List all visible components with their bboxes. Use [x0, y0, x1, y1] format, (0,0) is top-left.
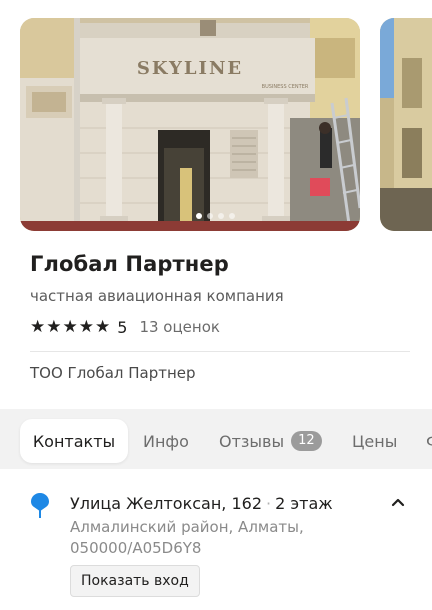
tab-label: Отзывы	[219, 431, 285, 451]
tab-reviews[interactable]: Отзывы 12	[219, 419, 322, 463]
tab-prices[interactable]: Цены	[352, 419, 397, 463]
ratings-count[interactable]: 13 оценок	[139, 318, 220, 336]
tab-info[interactable]: Инфо	[143, 419, 189, 463]
street-address: Улица Желтоксан, 162	[70, 494, 263, 513]
sign-subtext: BUSINESS CENTER	[262, 84, 309, 90]
show-entrance-button[interactable]: Показать вход	[70, 565, 200, 597]
pagination-dot[interactable]	[207, 213, 213, 219]
pagination-dot[interactable]	[229, 213, 235, 219]
gallery-pagination	[196, 213, 235, 219]
reviews-badge: 12	[291, 431, 322, 451]
divider	[30, 351, 410, 352]
pin-icon	[31, 493, 49, 518]
tab-contacts[interactable]: Контакты	[20, 419, 128, 463]
rating-row[interactable]: ★ ★ ★ ★ ★ 5 13 оценок	[30, 316, 220, 338]
sign-text: SKYLINE	[137, 58, 243, 79]
tab-label: Цены	[352, 431, 398, 451]
pagination-dot[interactable]	[218, 213, 224, 219]
org-title: Глобал Партнер	[30, 252, 229, 276]
tab-photos[interactable]: Ф	[426, 419, 432, 463]
address-line[interactable]: Улица Желтоксан, 162 · 2 этаж	[70, 494, 333, 513]
pagination-dot-active[interactable]	[196, 213, 202, 219]
floor-info: 2 этаж	[275, 494, 333, 513]
separator-dot: ·	[266, 494, 272, 513]
tab-label: Инфо	[143, 431, 189, 451]
star-icon: ★	[30, 317, 46, 337]
star-icon: ★	[62, 317, 78, 337]
organization-card: SKYLINE BUSINESS CENTER Глобал Партнер ч…	[0, 0, 432, 610]
photo-main[interactable]: SKYLINE BUSINESS CENTER	[20, 18, 360, 231]
rating-value: 5	[117, 317, 128, 337]
tab-label: Ф	[426, 432, 432, 451]
tabs-bar: Контакты Инфо Отзывы 12 Цены Ф	[0, 409, 432, 469]
org-category[interactable]: частная авиационная компания	[30, 287, 284, 305]
address-district: Алмалинский район, Алматы, 050000/A05D6Y…	[70, 518, 304, 557]
photo-next[interactable]	[380, 18, 432, 231]
legal-name: ТОО Глобал Партнер	[30, 364, 196, 382]
chevron-up-icon[interactable]	[390, 496, 406, 508]
photo-gallery[interactable]: SKYLINE BUSINESS CENTER	[0, 0, 432, 232]
star-icon: ★	[78, 317, 94, 337]
star-icon: ★	[46, 317, 62, 337]
star-icon: ★	[95, 317, 111, 337]
rating-stars: ★ ★ ★ ★ ★	[30, 317, 110, 337]
tab-label: Контакты	[32, 431, 116, 451]
